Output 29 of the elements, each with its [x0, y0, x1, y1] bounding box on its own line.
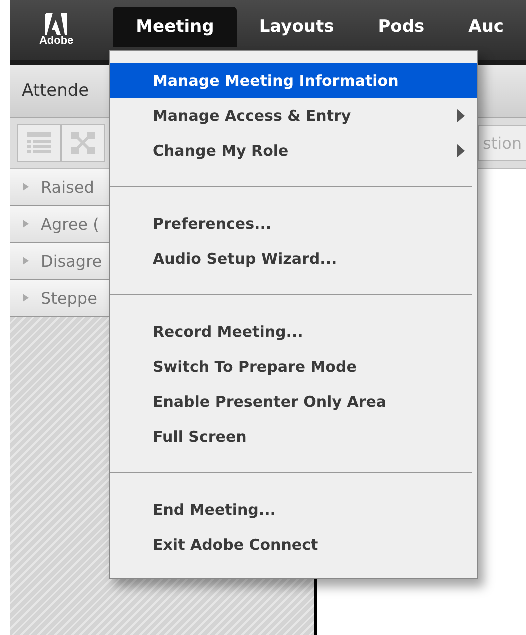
expand-icon — [23, 183, 29, 191]
pod-title: Attende — [22, 81, 90, 101]
list-icon — [25, 130, 53, 156]
menu-item[interactable]: Manage Meeting Information — [110, 63, 477, 98]
breakout-view-button[interactable] — [61, 124, 105, 162]
logo[interactable]: Adobe — [10, 0, 114, 60]
adobe-a-icon — [44, 13, 69, 35]
expand-icon — [23, 220, 29, 228]
menu-item[interactable]: Record Meeting... — [110, 314, 477, 349]
menu-item[interactable]: Audio Setup Wizard... — [110, 241, 477, 276]
menu-item[interactable]: Exit Adobe Connect — [110, 527, 477, 562]
menu-item[interactable]: End Meeting... — [110, 492, 477, 527]
menu-item[interactable]: Change My Role — [110, 133, 477, 168]
logo-text: Adobe — [39, 35, 74, 47]
menu-tab[interactable]: Meeting — [113, 7, 238, 47]
menu-tab[interactable]: Pods — [356, 7, 447, 47]
expand-icon — [23, 257, 29, 265]
menu-item[interactable]: Enable Presenter Only Area — [110, 384, 477, 419]
menu-item[interactable]: Switch To Prepare Mode — [110, 349, 477, 384]
menu-item[interactable]: Manage Access & Entry — [110, 98, 477, 133]
menu-tab[interactable]: Layouts — [237, 7, 356, 47]
expand-icon — [23, 294, 29, 302]
submenu-arrow-icon — [457, 108, 465, 122]
menu-item[interactable]: Full Screen — [110, 419, 477, 454]
breakout-icon — [69, 130, 97, 156]
menu-item[interactable]: Preferences... — [110, 206, 477, 241]
list-view-button[interactable] — [17, 124, 61, 162]
submenu-arrow-icon — [457, 144, 465, 158]
menu-tab[interactable]: Auc — [446, 7, 526, 47]
